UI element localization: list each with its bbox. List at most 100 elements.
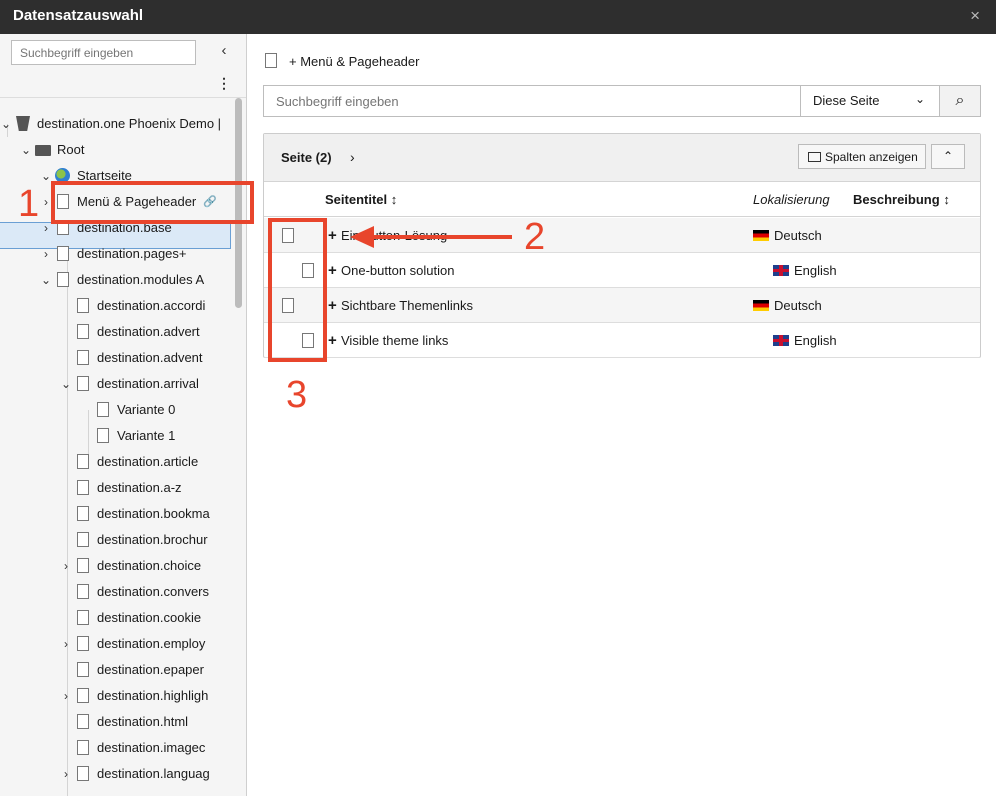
page-icon	[77, 766, 89, 781]
tree-node[interactable]: destination.advent	[0, 345, 232, 371]
annotation-number-2: 2	[524, 216, 546, 258]
tree-node[interactable]: destination.cookie	[0, 605, 232, 631]
page-icon	[77, 480, 89, 495]
dialog-titlebar: Datensatzauswahl ×	[0, 0, 996, 34]
page-icon	[77, 688, 89, 703]
tree-node[interactable]: › destination.choice	[0, 553, 232, 579]
dialog-title: Datensatzauswahl	[13, 7, 144, 24]
columns-icon	[808, 152, 821, 162]
search-icon: ⌕	[955, 92, 965, 109]
chevron-right-icon[interactable]: ›	[60, 631, 72, 657]
chevron-down-icon[interactable]: ⌄	[40, 267, 52, 293]
tree-node[interactable]: destination.html	[0, 709, 232, 735]
page-icon	[265, 53, 277, 68]
search-scope-select[interactable]: Diese Seite ⌄	[800, 86, 939, 116]
tree-node[interactable]: destination.imagec	[0, 735, 232, 761]
tree-node-label: Variante 1	[117, 428, 176, 443]
tree-node[interactable]: destination.convers	[0, 579, 232, 605]
sidebar-divider	[0, 97, 246, 98]
search-scope-value: Diese Seite	[813, 93, 880, 108]
tree-node-label: destination.a-z	[97, 480, 182, 495]
panel-title[interactable]: Seite (2)	[281, 150, 332, 165]
tree-node[interactable]: › destination.employ	[0, 631, 232, 657]
tree-node[interactable]: destination.brochur	[0, 527, 232, 553]
tree-node[interactable]: Variante 1	[0, 423, 232, 449]
breadcrumb-add-page[interactable]: + Menü & Pageheader	[289, 54, 419, 69]
sort-icon: ↕	[943, 192, 950, 207]
record-title[interactable]: Sichtbare Themenlinks	[341, 298, 473, 313]
chevron-down-icon[interactable]: ⌄	[60, 371, 72, 397]
collapse-panel-button[interactable]: ⌃	[931, 144, 965, 169]
tree-node[interactable]: › destination.highligh	[0, 683, 232, 709]
annotation-number-1: 1	[18, 183, 40, 225]
chevron-right-icon[interactable]: ›	[60, 553, 72, 579]
record-language: English	[794, 333, 837, 348]
page-icon	[77, 298, 89, 313]
tree-node-label: destination.imagec	[97, 740, 206, 755]
record-language: Deutsch	[774, 298, 822, 313]
record-title[interactable]: Visible theme links	[341, 333, 448, 348]
add-record-icon[interactable]: +	[328, 297, 337, 314]
page-icon	[57, 246, 69, 261]
tree-node[interactable]: destination.advert	[0, 319, 232, 345]
show-columns-label: Spalten anzeigen	[825, 150, 918, 164]
col-header-title-label: Seitentitel	[325, 192, 388, 207]
collapse-sidebar-icon[interactable]: ‹	[216, 42, 232, 62]
sort-icon: ↕	[390, 192, 398, 207]
annotation-number-3: 3	[286, 374, 308, 416]
tree-node-label: destination.bookma	[97, 506, 210, 521]
tree-node[interactable]: destination.article	[0, 449, 232, 475]
flag-de-icon	[753, 300, 769, 311]
page-icon	[77, 662, 89, 677]
tree-node-label: destination.choice	[97, 558, 202, 573]
chevron-right-icon[interactable]: ›	[60, 761, 72, 787]
tree-node[interactable]: destination.epaper	[0, 657, 232, 683]
add-record-icon[interactable]: +	[328, 262, 337, 279]
add-record-icon[interactable]: +	[328, 332, 337, 349]
tree-node-label: destination.modules A	[77, 272, 205, 287]
tree-node[interactable]: › destination.languag	[0, 761, 232, 787]
col-header-localization: Lokalisierung	[753, 192, 830, 207]
page-icon	[77, 376, 89, 391]
search-button[interactable]: ⌕	[939, 86, 980, 116]
tree-search-input[interactable]	[11, 40, 196, 65]
chevron-right-icon[interactable]: ›	[40, 241, 52, 267]
table-row[interactable]: + One-button solution English	[264, 253, 980, 288]
tree-node[interactable]: destination.accordi	[0, 293, 232, 319]
tree-node[interactable]: destination.a-z	[0, 475, 232, 501]
page-icon	[57, 272, 69, 287]
page-icon	[77, 584, 89, 599]
record-browser-main: + Menü & Pageheader Diese Seite ⌄ ⌕ Seit…	[248, 34, 996, 796]
col-header-description[interactable]: Beschreibung ↕	[853, 192, 950, 207]
page-icon	[97, 402, 109, 417]
page-icon	[77, 714, 89, 729]
tree-node-label: destination.arrival	[97, 376, 199, 391]
breadcrumb-label: Menü & Pageheader	[300, 54, 420, 69]
col-header-title[interactable]: Seitentitel ↕	[325, 192, 397, 207]
tree-node-label: destination.pages+	[77, 246, 187, 261]
tree-node[interactable]: › destination.pages+	[0, 241, 232, 267]
tree-node[interactable]: ⌄ destination.arrival	[0, 371, 232, 397]
flag-gb-icon	[773, 265, 789, 276]
chevron-right-icon[interactable]: ›	[350, 149, 355, 165]
tree-node[interactable]: destination.bookma	[0, 501, 232, 527]
page-icon	[77, 636, 89, 651]
add-record-icon[interactable]: +	[328, 227, 337, 244]
record-title[interactable]: One-button solution	[341, 263, 454, 278]
search-input[interactable]	[264, 86, 800, 116]
tree-node-label: destination.accordi	[97, 298, 206, 313]
page-icon	[77, 558, 89, 573]
show-columns-button[interactable]: Spalten anzeigen	[798, 144, 926, 169]
table-row[interactable]: + Visible theme links English	[264, 323, 980, 358]
tree-node-label: destination.languag	[97, 766, 210, 781]
tree-menu-icon[interactable]: ⋮	[216, 74, 232, 92]
tree-node-label: destination.cookie	[97, 610, 202, 625]
page-tree-sidebar: ‹ ⋮ ⌄ destination.one Phoenix Demo | ⌄ R…	[0, 34, 247, 796]
close-icon[interactable]: ×	[970, 6, 980, 26]
table-row[interactable]: + Sichtbare Themenlinks Deutsch	[264, 288, 980, 323]
tree-node[interactable]: Variante 0	[0, 397, 232, 423]
search-bar: Diese Seite ⌄ ⌕	[263, 85, 981, 117]
chevron-right-icon[interactable]: ›	[60, 683, 72, 709]
page-icon	[97, 428, 109, 443]
tree-node[interactable]: ⌄ destination.modules A	[0, 267, 232, 293]
